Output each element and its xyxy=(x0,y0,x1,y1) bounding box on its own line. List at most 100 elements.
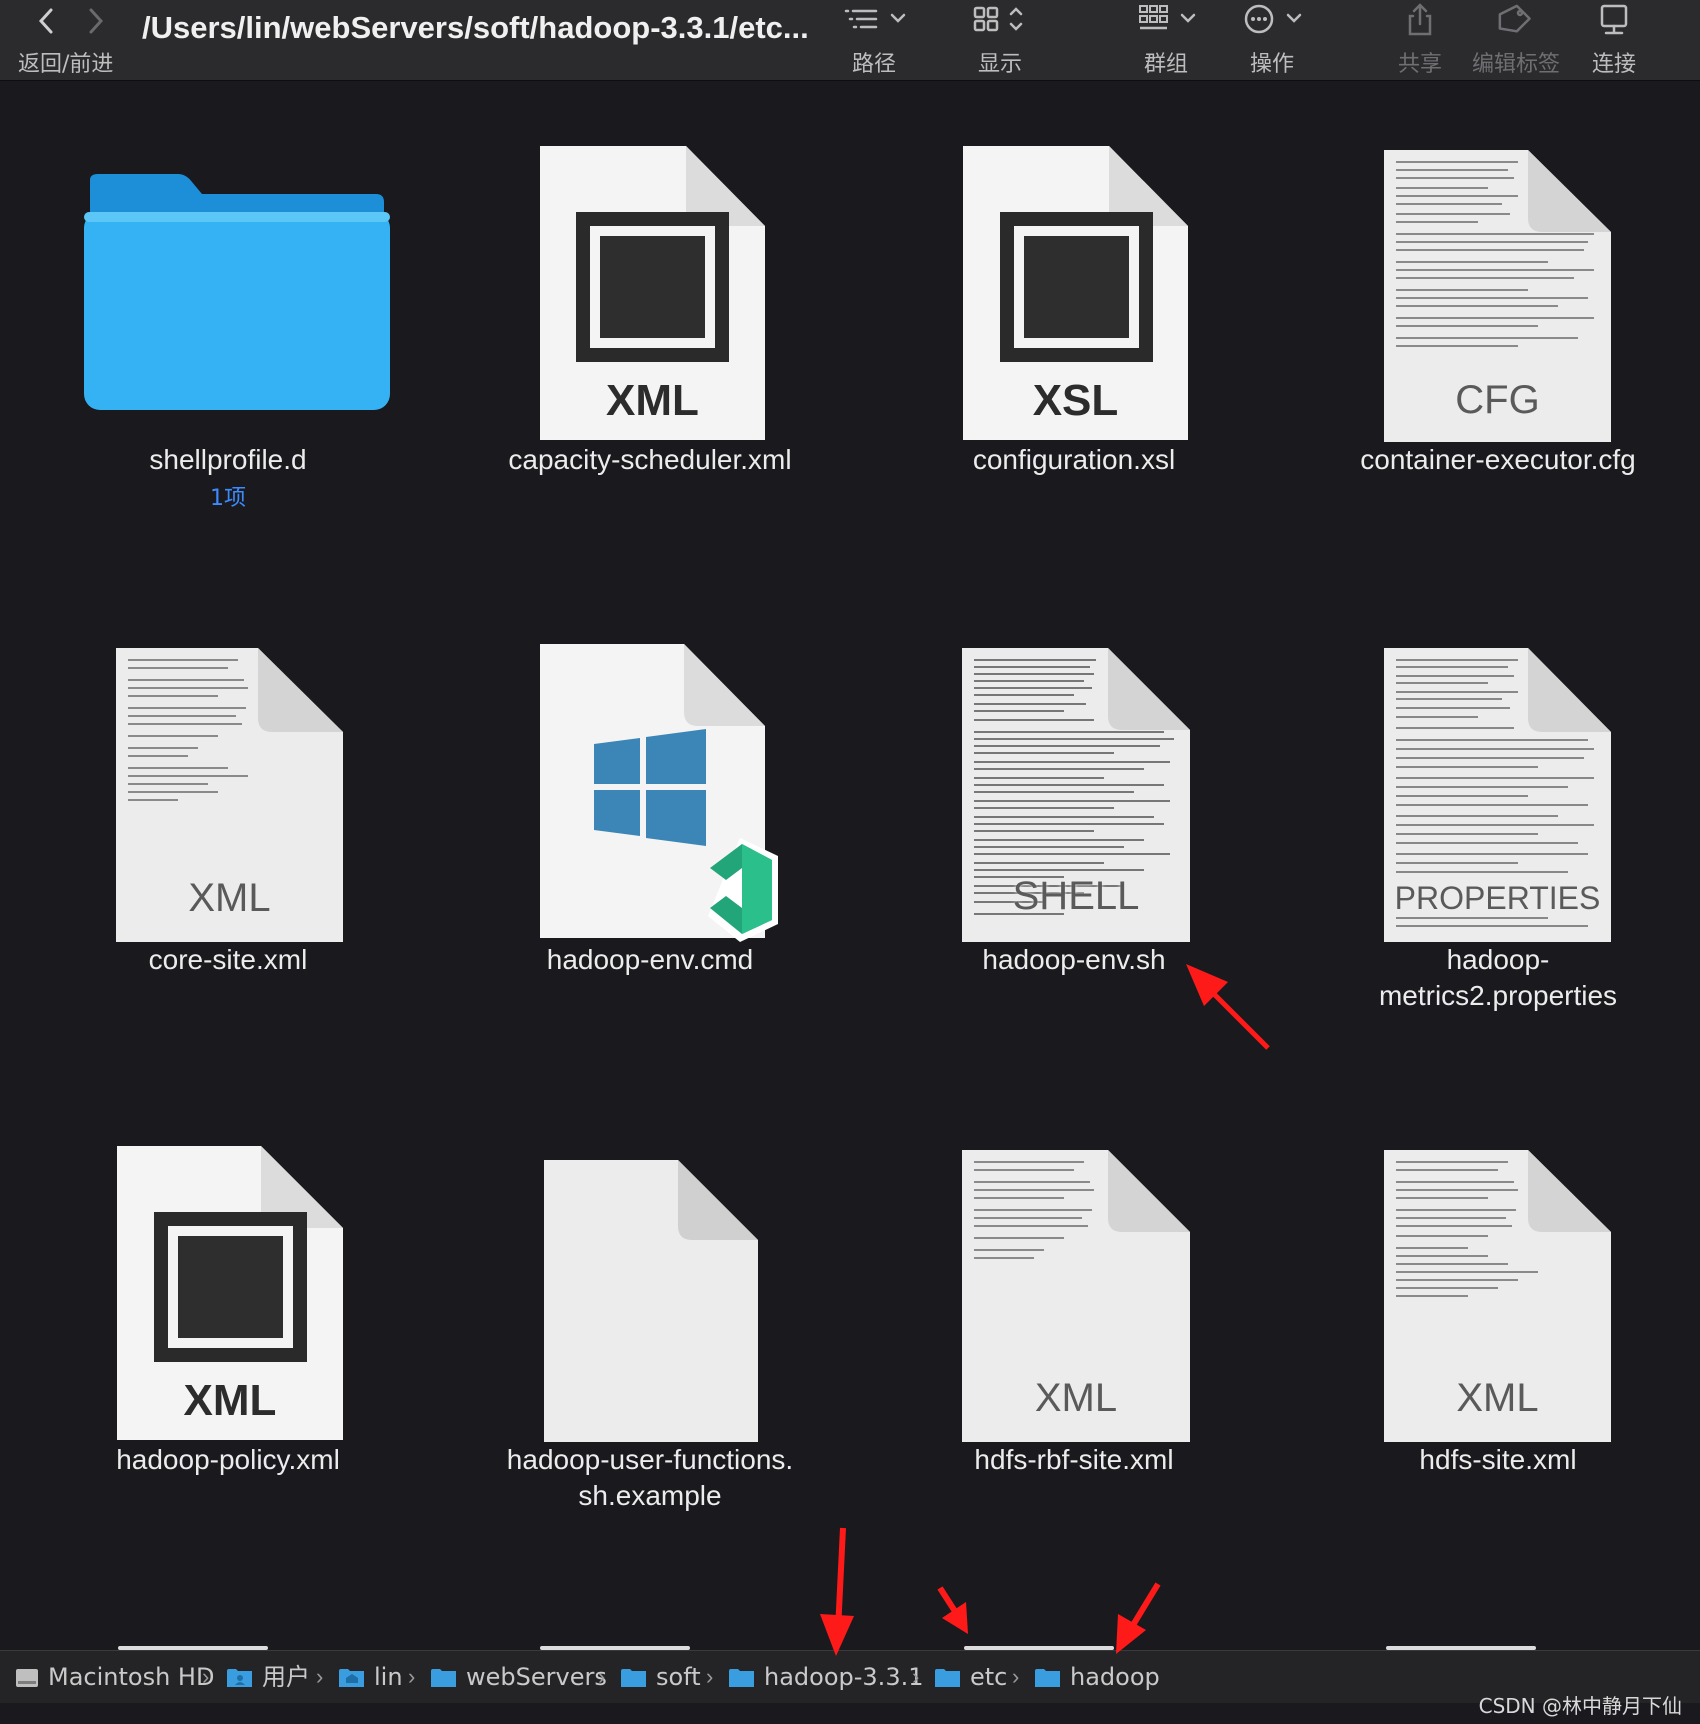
file-name: hdfs-rbf-site.xml xyxy=(974,1444,1174,1475)
path-crumb-webservers[interactable]: webServers xyxy=(430,1651,607,1703)
file-name: container-executor.cfg xyxy=(1360,444,1636,475)
chevron-right-icon: › xyxy=(408,1664,416,1689)
file-type-badge: PROPERTIES xyxy=(1394,880,1601,916)
path-crumb-hadoop[interactable]: hadoop xyxy=(1034,1651,1160,1703)
path-label: 路径 xyxy=(851,52,896,77)
blank-document-icon xyxy=(544,1160,758,1442)
list-chevron-icon xyxy=(844,9,906,29)
folder-icon xyxy=(621,1669,646,1687)
folder-icon xyxy=(431,1669,456,1687)
file-name: hadoop-metrics2.properties xyxy=(1378,944,1618,1011)
home-folder-icon xyxy=(227,1669,252,1687)
path-crumb-lin[interactable]: lin xyxy=(338,1651,403,1703)
grid-view-icon xyxy=(973,6,1023,32)
chevron-right-icon: › xyxy=(202,1664,210,1689)
group-button[interactable]: 群组 xyxy=(1118,0,1214,80)
vscode-cmd-icon xyxy=(540,644,778,942)
red-arrow-icon xyxy=(1116,1582,1161,1654)
file-item-hadoop-metrics2[interactable]: PROPERTIES hadoop-metrics2.properties xyxy=(1288,632,1700,1014)
path-crumb-users[interactable]: 用户 xyxy=(226,1651,310,1703)
file-item-shellprofile[interactable]: shellprofile.d 1项 xyxy=(18,132,438,512)
group-grid-icon xyxy=(1139,5,1196,30)
edit-tags-button[interactable]: 编辑标签 xyxy=(1464,0,1568,80)
file-item-configuration-xsl[interactable]: XSL configuration.xsl xyxy=(864,132,1284,478)
file-name: hadoop-policy.xml xyxy=(116,1444,340,1475)
home-folder-icon xyxy=(339,1669,364,1687)
file-name: hdfs-site.xml xyxy=(1419,1444,1577,1475)
view-button[interactable]: 显示 xyxy=(955,0,1045,80)
chevron-right-icon: › xyxy=(316,1664,324,1689)
file-type-badge: XML xyxy=(1456,1376,1539,1420)
file-type-badge: SHELL xyxy=(1012,874,1140,918)
path-crumb-macintosh-hd[interactable]: Macintosh HD xyxy=(14,1651,214,1703)
back-button[interactable] xyxy=(30,4,64,38)
folder-icon xyxy=(935,1669,960,1687)
file-type-badge: XML xyxy=(188,876,271,920)
share-button[interactable]: 共享 xyxy=(1380,0,1460,80)
path-crumb-label: soft xyxy=(656,1663,701,1691)
file-type-badge: XML xyxy=(1034,1376,1118,1420)
folder-icon xyxy=(1035,1669,1060,1687)
ellipsis-circle-icon xyxy=(1244,4,1302,34)
file-item-hadoop-user-functions[interactable]: hadoop-user-functions.sh.example xyxy=(440,1132,860,1514)
folder-icon xyxy=(84,174,390,410)
chevron-right-icon: › xyxy=(1012,1664,1020,1689)
share-label: 共享 xyxy=(1397,52,1442,77)
share-icon xyxy=(1408,3,1432,36)
item-count: 1项 xyxy=(210,486,246,511)
group-label: 群组 xyxy=(1143,52,1188,77)
file-type-badge: XML xyxy=(183,1376,277,1425)
chevron-right-icon: › xyxy=(912,1664,920,1689)
file-type-badge: XML xyxy=(606,376,699,425)
action-button[interactable]: 操作 xyxy=(1224,0,1320,80)
file-item-hadoop-env-sh[interactable]: SHELL hadoop-env.sh xyxy=(864,632,1284,978)
chevron-left-icon xyxy=(38,8,53,34)
path-crumb-label: lin xyxy=(374,1663,403,1691)
path-crumb-label: 用户 xyxy=(262,1663,310,1691)
path-crumb-label: etc xyxy=(970,1663,1008,1691)
file-name: core-site.xml xyxy=(148,944,308,975)
connect-label: 连接 xyxy=(1591,52,1636,77)
view-label: 显示 xyxy=(977,52,1022,77)
display-icon xyxy=(1600,4,1628,35)
nav-label: 返回/前进 xyxy=(18,52,114,77)
chevron-right-icon: › xyxy=(598,1664,606,1689)
file-item-hadoop-env-cmd[interactable]: hadoop-env.cmd xyxy=(440,632,860,978)
file-name: shellprofile.d xyxy=(149,444,307,475)
red-arrow-icon xyxy=(820,1527,854,1656)
file-item-hdfs-site[interactable]: XML hdfs-site.xml xyxy=(1288,1132,1700,1478)
path-bar: Macintosh HD › 用户 › lin › webServers › s… xyxy=(0,1650,1700,1703)
toolbar: 返回/前进 /Users/lin/webServers/soft/hadoop-… xyxy=(0,0,1700,81)
window-title: /Users/lin/webServers/soft/hadoop-3.3.1/… xyxy=(142,10,809,45)
path-crumb-label: hadoop xyxy=(1070,1663,1160,1691)
path-button[interactable]: 路径 xyxy=(826,0,922,80)
tag-icon xyxy=(1498,4,1531,33)
path-crumb-label: webServers xyxy=(466,1663,607,1691)
nav-arrows xyxy=(30,4,120,38)
path-crumb-etc[interactable]: etc xyxy=(934,1651,1007,1703)
file-item-core-site[interactable]: XML core-site.xml xyxy=(18,632,438,978)
path-crumb-soft[interactable]: soft xyxy=(620,1651,701,1703)
file-name: hadoop-env.cmd xyxy=(546,944,754,975)
file-name: hadoop-env.sh xyxy=(982,944,1166,975)
watermark: CSDN @林中静月下仙 xyxy=(1478,1694,1682,1718)
red-arrow-icon xyxy=(937,1586,968,1634)
file-name: hadoop-user-functions.sh.example xyxy=(506,1444,794,1511)
forward-button[interactable] xyxy=(78,4,112,38)
hard-drive-icon xyxy=(16,1669,38,1687)
connect-button[interactable]: 连接 xyxy=(1572,0,1656,80)
action-label: 操作 xyxy=(1249,52,1294,77)
path-crumb-label: Macintosh HD xyxy=(48,1663,215,1691)
path-crumb-hadoop-3-3-1[interactable]: hadoop-3.3.1 xyxy=(728,1651,923,1703)
file-item-hdfs-rbf-site[interactable]: XML hdfs-rbf-site.xml xyxy=(864,1132,1284,1478)
folder-icon xyxy=(729,1669,754,1687)
chevron-right-icon xyxy=(89,8,104,34)
file-item-capacity-scheduler[interactable]: XML capacity-scheduler.xml xyxy=(440,132,860,478)
edit-tags-label: 编辑标签 xyxy=(1471,52,1560,77)
chevron-right-icon: › xyxy=(706,1664,714,1689)
file-type-badge: XSL xyxy=(1032,376,1119,425)
file-type-badge: CFG xyxy=(1455,378,1540,422)
file-item-hadoop-policy[interactable]: XML hadoop-policy.xml xyxy=(18,1132,438,1478)
file-name: capacity-scheduler.xml xyxy=(508,444,792,475)
file-item-container-executor[interactable]: CFG container-executor.cfg xyxy=(1288,132,1700,478)
